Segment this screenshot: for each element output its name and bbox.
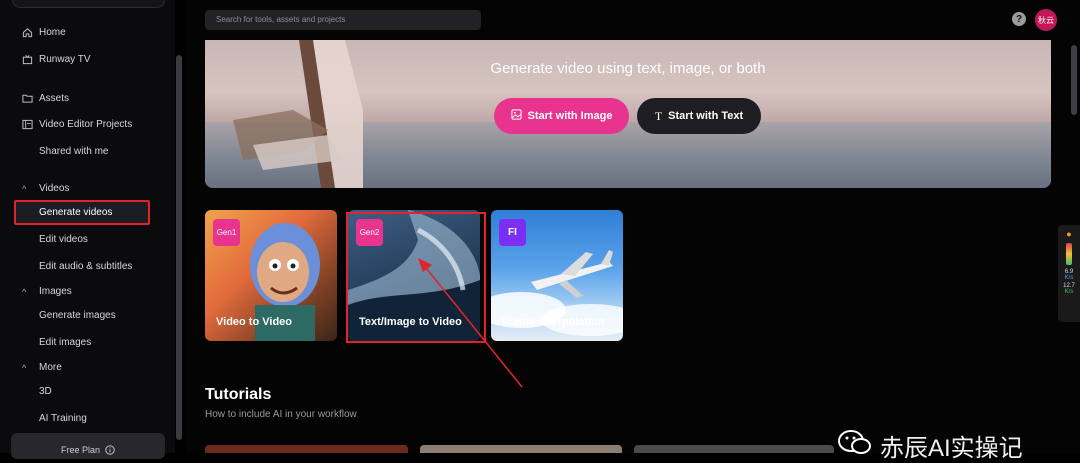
sidebar-item-label: Generate images: [39, 310, 116, 321]
help-glyph: ?: [1015, 13, 1023, 25]
section-label: Videos: [39, 183, 70, 194]
tutorial-thumbnail[interactable]: [634, 445, 834, 453]
home-icon: [22, 27, 33, 38]
start-with-text-button[interactable]: T Start with Text: [637, 98, 761, 134]
sidebar-scrollbar[interactable]: [176, 55, 182, 440]
watermark-text: 赤辰AI实操记: [880, 435, 1023, 462]
network-speed-widget: ● 6.9 K/s 12.7 K/s: [1058, 225, 1080, 322]
image-icon: [510, 109, 522, 123]
annotation-arrow: [418, 258, 523, 388]
sidebar-item-generate-videos[interactable]: Generate videos: [39, 207, 112, 218]
hero-subtitle: Generate video using text, image, or bot…: [490, 60, 766, 77]
sidebar-item-label: Edit images: [39, 337, 92, 348]
search-placeholder: Search for tools, assets and projects: [216, 15, 346, 24]
speed-level-bar: [1066, 243, 1072, 265]
free-plan-button[interactable]: Free Plan: [11, 433, 165, 459]
sidebar-item-label: Edit videos: [39, 234, 88, 245]
sidebar: Home Runway TV Assets Video Editor Proje…: [0, 0, 175, 459]
sidebar-item-3d[interactable]: 3D: [39, 386, 52, 397]
shield-icon: ●: [1066, 229, 1072, 239]
folder-icon: [22, 93, 33, 104]
chevron-up-icon: ^: [22, 286, 27, 297]
sidebar-item-label: Video Editor Projects: [39, 119, 133, 130]
section-label: More: [39, 362, 62, 373]
sidebar-item-edit-videos[interactable]: Edit videos: [39, 234, 88, 245]
start-with-image-button[interactable]: Start with Image: [494, 98, 629, 134]
section-label: Images: [39, 286, 72, 297]
video-editor-icon: [22, 119, 33, 130]
sidebar-item-edit-images[interactable]: Edit images: [39, 337, 91, 348]
sidebar-item-label: Shared with me: [39, 146, 109, 157]
sidebar-item-label: AI Training: [39, 413, 87, 424]
tutorial-thumbnail[interactable]: [205, 445, 408, 453]
fi-badge: FI: [499, 219, 526, 246]
gen1-badge: Gen1: [213, 219, 240, 246]
sidebar-item-edit-audio-subtitles[interactable]: Edit audio & subtitles: [39, 261, 132, 272]
chevron-up-icon: ^: [22, 183, 27, 194]
tutorial-thumbnail[interactable]: [420, 445, 622, 453]
main-scrollbar[interactable]: [1071, 45, 1077, 115]
help-icon[interactable]: ?: [1012, 12, 1026, 26]
sidebar-item-label: Runway TV: [39, 54, 91, 65]
sidebar-item-runway-tv[interactable]: Runway TV: [22, 54, 91, 65]
sidebar-section-videos[interactable]: ^ Videos: [22, 183, 69, 194]
wechat-icon: [838, 430, 872, 461]
sidebar-item-label: Home: [39, 27, 66, 38]
info-icon: [105, 445, 115, 457]
sidebar-item-video-editor-projects[interactable]: Video Editor Projects: [22, 119, 132, 130]
hero-title-cropped: [205, 40, 1051, 54]
sidebar-item-shared-with-me[interactable]: Shared with me: [39, 146, 108, 157]
sidebar-item-label: 3D: [39, 386, 52, 397]
avatar[interactable]: 秋云: [1035, 9, 1057, 31]
sidebar-item-generate-images[interactable]: Generate images: [39, 310, 116, 321]
workspace-switcher[interactable]: [12, 0, 165, 8]
sidebar-item-assets[interactable]: Assets: [22, 93, 69, 104]
sidebar-item-label: Assets: [39, 93, 70, 104]
tutorials-subtitle: How to include AI in your workflow: [205, 409, 357, 420]
sidebar-section-more[interactable]: ^ More: [22, 362, 62, 373]
tool-card-video-to-video[interactable]: Gen1 Video to Video: [205, 210, 337, 341]
sidebar-item-ai-training[interactable]: AI Training: [39, 413, 87, 424]
watermark: 赤辰AI实操记: [838, 428, 1023, 463]
text-icon: T: [654, 108, 663, 123]
free-plan-label: Free Plan: [60, 445, 101, 455]
sidebar-section-images[interactable]: ^ Images: [22, 286, 72, 297]
avatar-text: 秋云: [1038, 15, 1054, 25]
tutorials-title: Tutorials: [205, 386, 272, 403]
start-with-image-label: Start with Image: [527, 110, 613, 122]
search-input[interactable]: Search for tools, assets and projects: [205, 10, 481, 30]
card-label: Video to Video: [216, 316, 292, 328]
hero-banner: Generate video using text, image, or bot…: [205, 40, 1051, 188]
sidebar-item-home[interactable]: Home: [22, 27, 66, 38]
chevron-up-icon: ^: [22, 362, 27, 373]
sidebar-item-label: Generate videos: [39, 207, 113, 218]
upload-unit: K/s: [1064, 275, 1074, 281]
tv-icon: [22, 54, 33, 65]
download-unit: K/s: [1064, 289, 1074, 295]
sidebar-item-label: Edit audio & subtitles: [39, 261, 133, 272]
start-with-text-label: Start with Text: [668, 110, 744, 122]
